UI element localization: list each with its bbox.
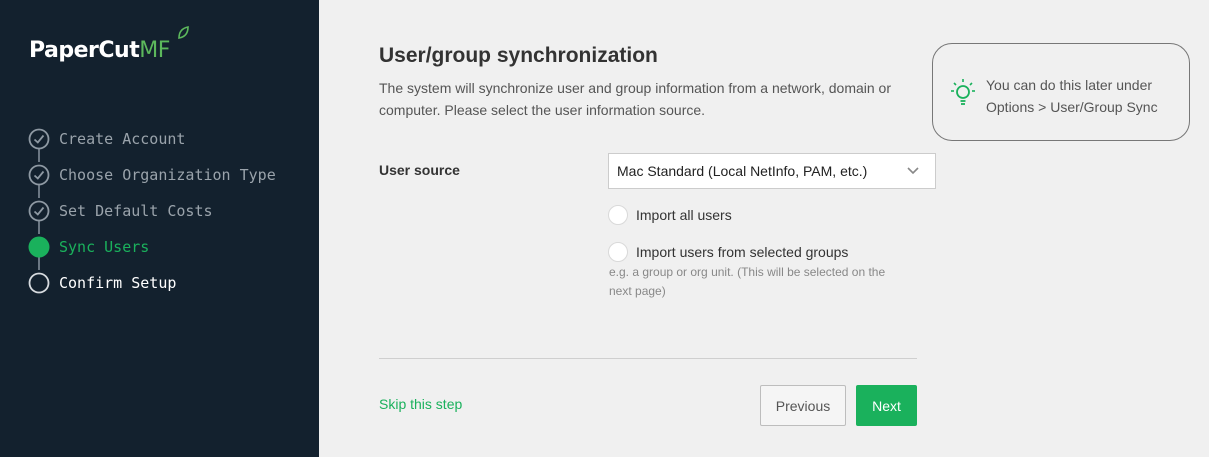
step-choose-organization-type: Choose Organization Type [28,163,308,187]
logo-suffix: MF [139,38,170,63]
groups-hint: e.g. a group or org unit. (This will be … [609,265,886,298]
user-source-select[interactable]: Mac Standard (Local NetInfo, PAM, etc.) [608,153,936,189]
divider [379,358,917,359]
skip-step-link[interactable]: Skip this step [379,396,462,412]
leaf-icon [178,26,189,39]
step-label: Choose Organization Type [59,166,276,184]
step-label: Set Default Costs [59,202,213,220]
check-circle-icon [28,164,50,186]
user-source-value: Mac Standard (Local NetInfo, PAM, etc.) [617,163,868,179]
tip-text: You can do this later under Options > Us… [986,77,1158,115]
check-circle-icon [28,128,50,150]
lightbulb-icon [951,79,975,105]
papercut-logo: PaperCutMF [29,26,189,63]
import-selected-groups-label: Import users from selected groups [636,244,849,260]
check-circle-icon [28,200,50,222]
import-all-users-radio[interactable] [608,205,628,225]
logo-name: PaperCut [29,38,140,63]
step-label: Confirm Setup [59,274,177,292]
step-create-account: Create Account [28,127,308,151]
page-description: The system will synchronize user and gro… [379,80,891,118]
import-selected-groups-option[interactable]: Import users from selected groups [608,242,848,262]
tip-box: You can do this later under Options > Us… [932,43,1190,141]
empty-circle-icon [28,272,50,294]
user-source-label: User source [379,162,460,178]
step-set-default-costs: Set Default Costs [28,199,308,223]
page-title: User/group synchronization [379,44,658,67]
step-label: Sync Users [59,238,150,256]
main-content: User/group synchronization The system wi… [319,0,1209,457]
import-selected-groups-radio[interactable] [608,242,628,262]
step-sync-users: Sync Users [28,235,308,259]
step-label: Create Account [59,130,186,148]
chevron-down-icon [907,167,919,175]
next-button[interactable]: Next [856,385,917,426]
step-confirm-setup: Confirm Setup [28,271,308,295]
import-all-users-label: Import all users [636,207,732,223]
sidebar: PaperCutMF Create Account Choose Organiz… [0,0,319,457]
import-all-users-option[interactable]: Import all users [608,205,732,225]
previous-button[interactable]: Previous [760,385,846,426]
filled-circle-icon [28,236,50,258]
